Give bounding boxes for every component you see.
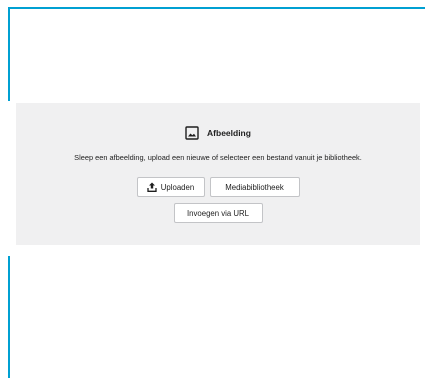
insert-from-url-button[interactable]: Invoegen via URL	[173, 203, 263, 223]
placeholder-header: Afbeelding	[16, 126, 420, 140]
upload-button[interactable]: Uploaden	[136, 177, 205, 197]
block-selection-border-left-lower	[8, 256, 10, 378]
block-selection-border-top	[8, 7, 425, 9]
placeholder-instructions: Sleep een afbeelding, upload een nieuwe …	[74, 153, 362, 162]
media-library-button[interactable]: Mediabibliotheek	[209, 177, 300, 197]
placeholder-actions: Uploaden Mediabibliotheek	[16, 177, 420, 197]
upload-button-label: Uploaden	[160, 182, 195, 192]
media-library-button-label: Mediabibliotheek	[225, 182, 284, 192]
placeholder-title: Afbeelding	[207, 128, 251, 138]
image-icon	[185, 126, 199, 140]
image-block-placeholder[interactable]: Afbeelding Sleep een afbeelding, upload …	[16, 103, 420, 245]
placeholder-url-actions: Invoegen via URL	[16, 203, 420, 223]
block-selection-border-left	[8, 7, 10, 101]
insert-from-url-button-label: Invoegen via URL	[187, 208, 249, 218]
upload-icon	[147, 182, 157, 192]
